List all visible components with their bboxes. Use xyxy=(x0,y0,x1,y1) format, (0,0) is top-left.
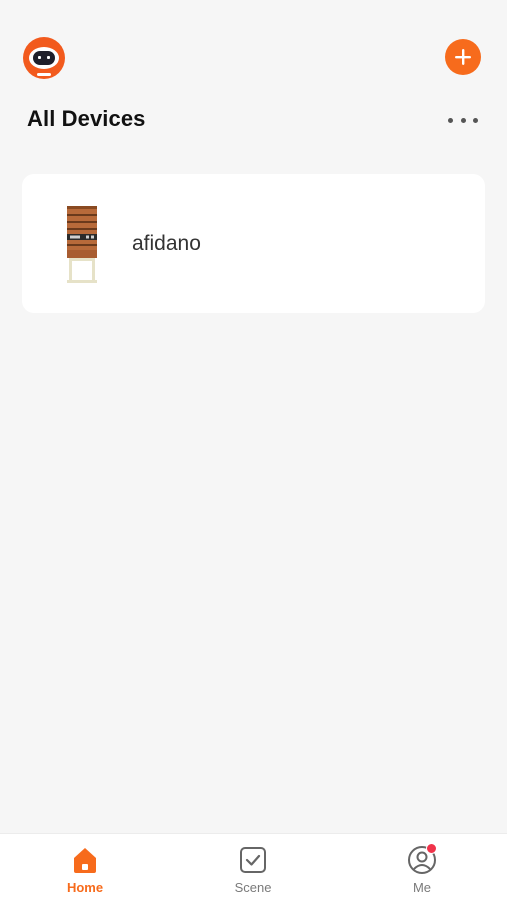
device-card[interactable]: afidano xyxy=(22,174,485,313)
tab-me-label: Me xyxy=(412,880,432,895)
ellipsis-icon xyxy=(473,117,478,123)
more-options-button[interactable] xyxy=(448,110,478,130)
home-icon xyxy=(69,844,101,876)
plus-icon xyxy=(455,49,471,65)
bottom-tab-bar: Home Scene Me xyxy=(0,833,507,900)
add-device-button[interactable] xyxy=(445,39,481,75)
tab-home[interactable]: Home xyxy=(40,844,130,895)
tab-scene-label: Scene xyxy=(234,880,272,895)
scene-checkbox-icon xyxy=(237,844,269,876)
top-bar: All Devices xyxy=(0,0,507,131)
page-title: All Devices xyxy=(27,106,146,131)
ellipsis-icon xyxy=(460,117,466,123)
profile-avatar[interactable] xyxy=(22,36,66,80)
user-profile-icon xyxy=(406,843,438,876)
device-name: afidano xyxy=(132,232,201,255)
device-thumbnail xyxy=(62,204,102,284)
ellipsis-icon xyxy=(448,117,453,123)
tab-home-label: Home xyxy=(66,880,104,895)
robot-avatar-icon xyxy=(23,37,65,79)
tab-me[interactable]: Me xyxy=(377,843,467,895)
tab-scene[interactable]: Scene xyxy=(208,844,298,895)
rack-device-icon xyxy=(67,206,97,283)
notification-badge-dot xyxy=(426,843,437,854)
